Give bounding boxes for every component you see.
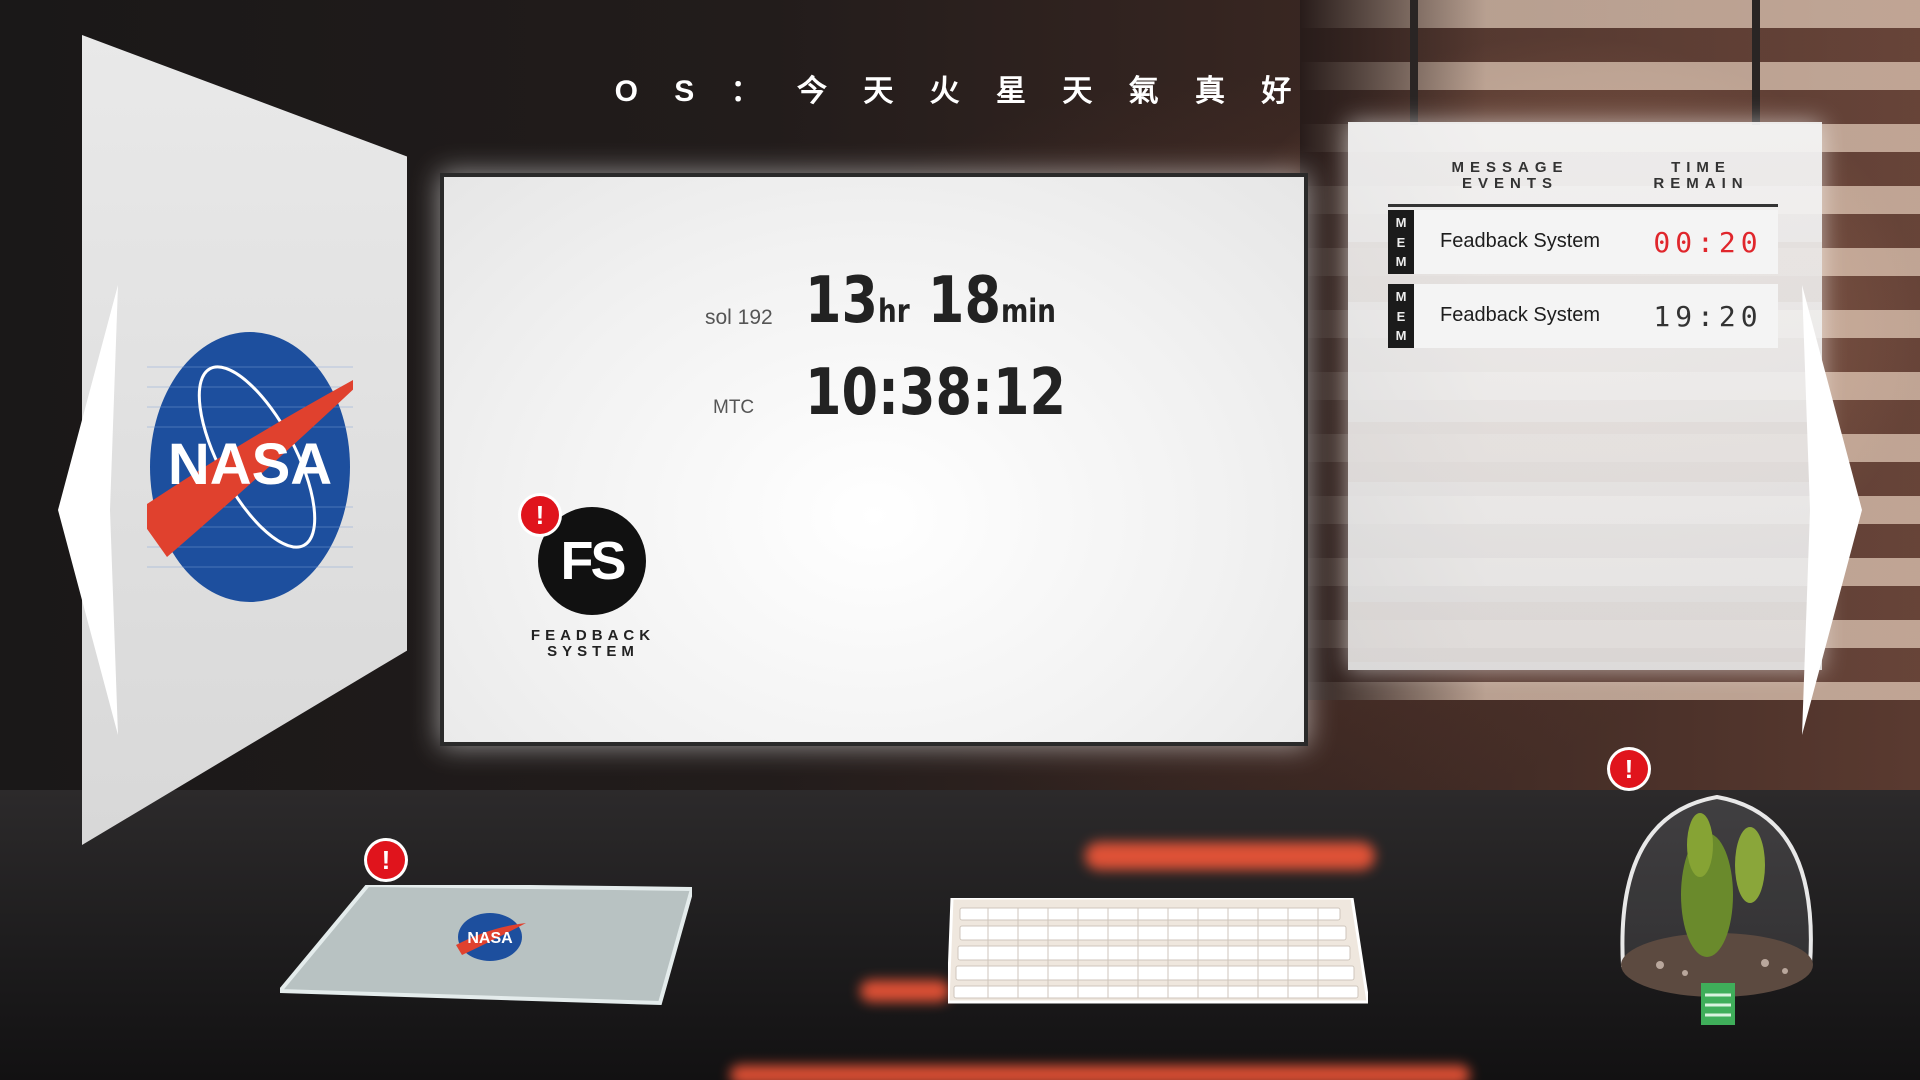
desk-glow	[730, 1065, 1470, 1080]
sol-hours: 13	[805, 264, 879, 338]
laptop-logo-text: NASA	[467, 930, 513, 947]
message-tag: M E M	[1388, 210, 1414, 274]
col-time-remain: TIME REMAIN	[1646, 160, 1756, 192]
tag-letter: E	[1396, 234, 1406, 250]
tag-letter: M	[1395, 328, 1407, 344]
chevron-right-icon[interactable]	[1796, 285, 1868, 735]
fs-alert-icon[interactable]: !	[521, 496, 559, 534]
minutes-unit: min	[1000, 292, 1056, 330]
laptop-alert-icon[interactable]: !	[367, 841, 405, 879]
tag-letter: M	[1395, 288, 1407, 304]
laptop[interactable]: NASA	[280, 885, 692, 1008]
sol-time: 13hr 18min	[805, 266, 1056, 346]
keyboard[interactable]	[948, 898, 1368, 1008]
sol-minutes: 18	[927, 264, 1001, 338]
fs-caption-line2: SYSTEM	[547, 643, 639, 660]
message-time-remain: 19:20	[1653, 300, 1763, 333]
col-time-line1: TIME	[1671, 159, 1731, 176]
message-time-remain: 00:20	[1653, 226, 1763, 259]
message-row[interactable]: M E M Feadback System 19:20	[1388, 284, 1778, 348]
nasa-logo: NASA	[147, 332, 353, 602]
message-board: MESSAGE EVENTS TIME REMAIN M E M Feadbac…	[1348, 122, 1822, 670]
col-time-line2: REMAIN	[1653, 175, 1749, 192]
message-event: Feadback System	[1440, 304, 1601, 326]
terrarium[interactable]	[1605, 775, 1830, 1035]
terrarium-alert-icon[interactable]: !	[1610, 750, 1648, 788]
nasa-logo-text: NASA	[168, 432, 332, 497]
mtc-clock: 10:38:12	[805, 356, 1067, 430]
fs-caption-line1: FEADBACK	[530, 627, 656, 644]
tag-letter: M	[1395, 214, 1407, 230]
col-message-events: MESSAGE EVENTS	[1440, 160, 1580, 192]
col-events-line1: MESSAGE	[1451, 159, 1569, 176]
desk-glow	[860, 980, 950, 1002]
os-message: O S ： 今 天 火 星 天 氣 真 好	[614, 75, 1306, 108]
chevron-left-icon[interactable]	[52, 285, 124, 735]
header-divider	[1388, 204, 1778, 207]
message-event: Feadback System	[1440, 230, 1601, 252]
mtc-label: MTC	[713, 397, 755, 418]
hours-unit: hr	[878, 292, 910, 330]
message-tag: M E M	[1388, 284, 1414, 348]
desk-glow	[1085, 842, 1375, 870]
tag-letter: E	[1396, 308, 1406, 324]
sol-label: sol 192	[705, 306, 773, 329]
col-events-line2: EVENTS	[1461, 175, 1558, 192]
message-row[interactable]: M E M Feadback System 00:20	[1388, 210, 1778, 274]
fs-caption: FEADBACK SYSTEM	[520, 628, 666, 660]
tag-letter: M	[1395, 254, 1407, 270]
